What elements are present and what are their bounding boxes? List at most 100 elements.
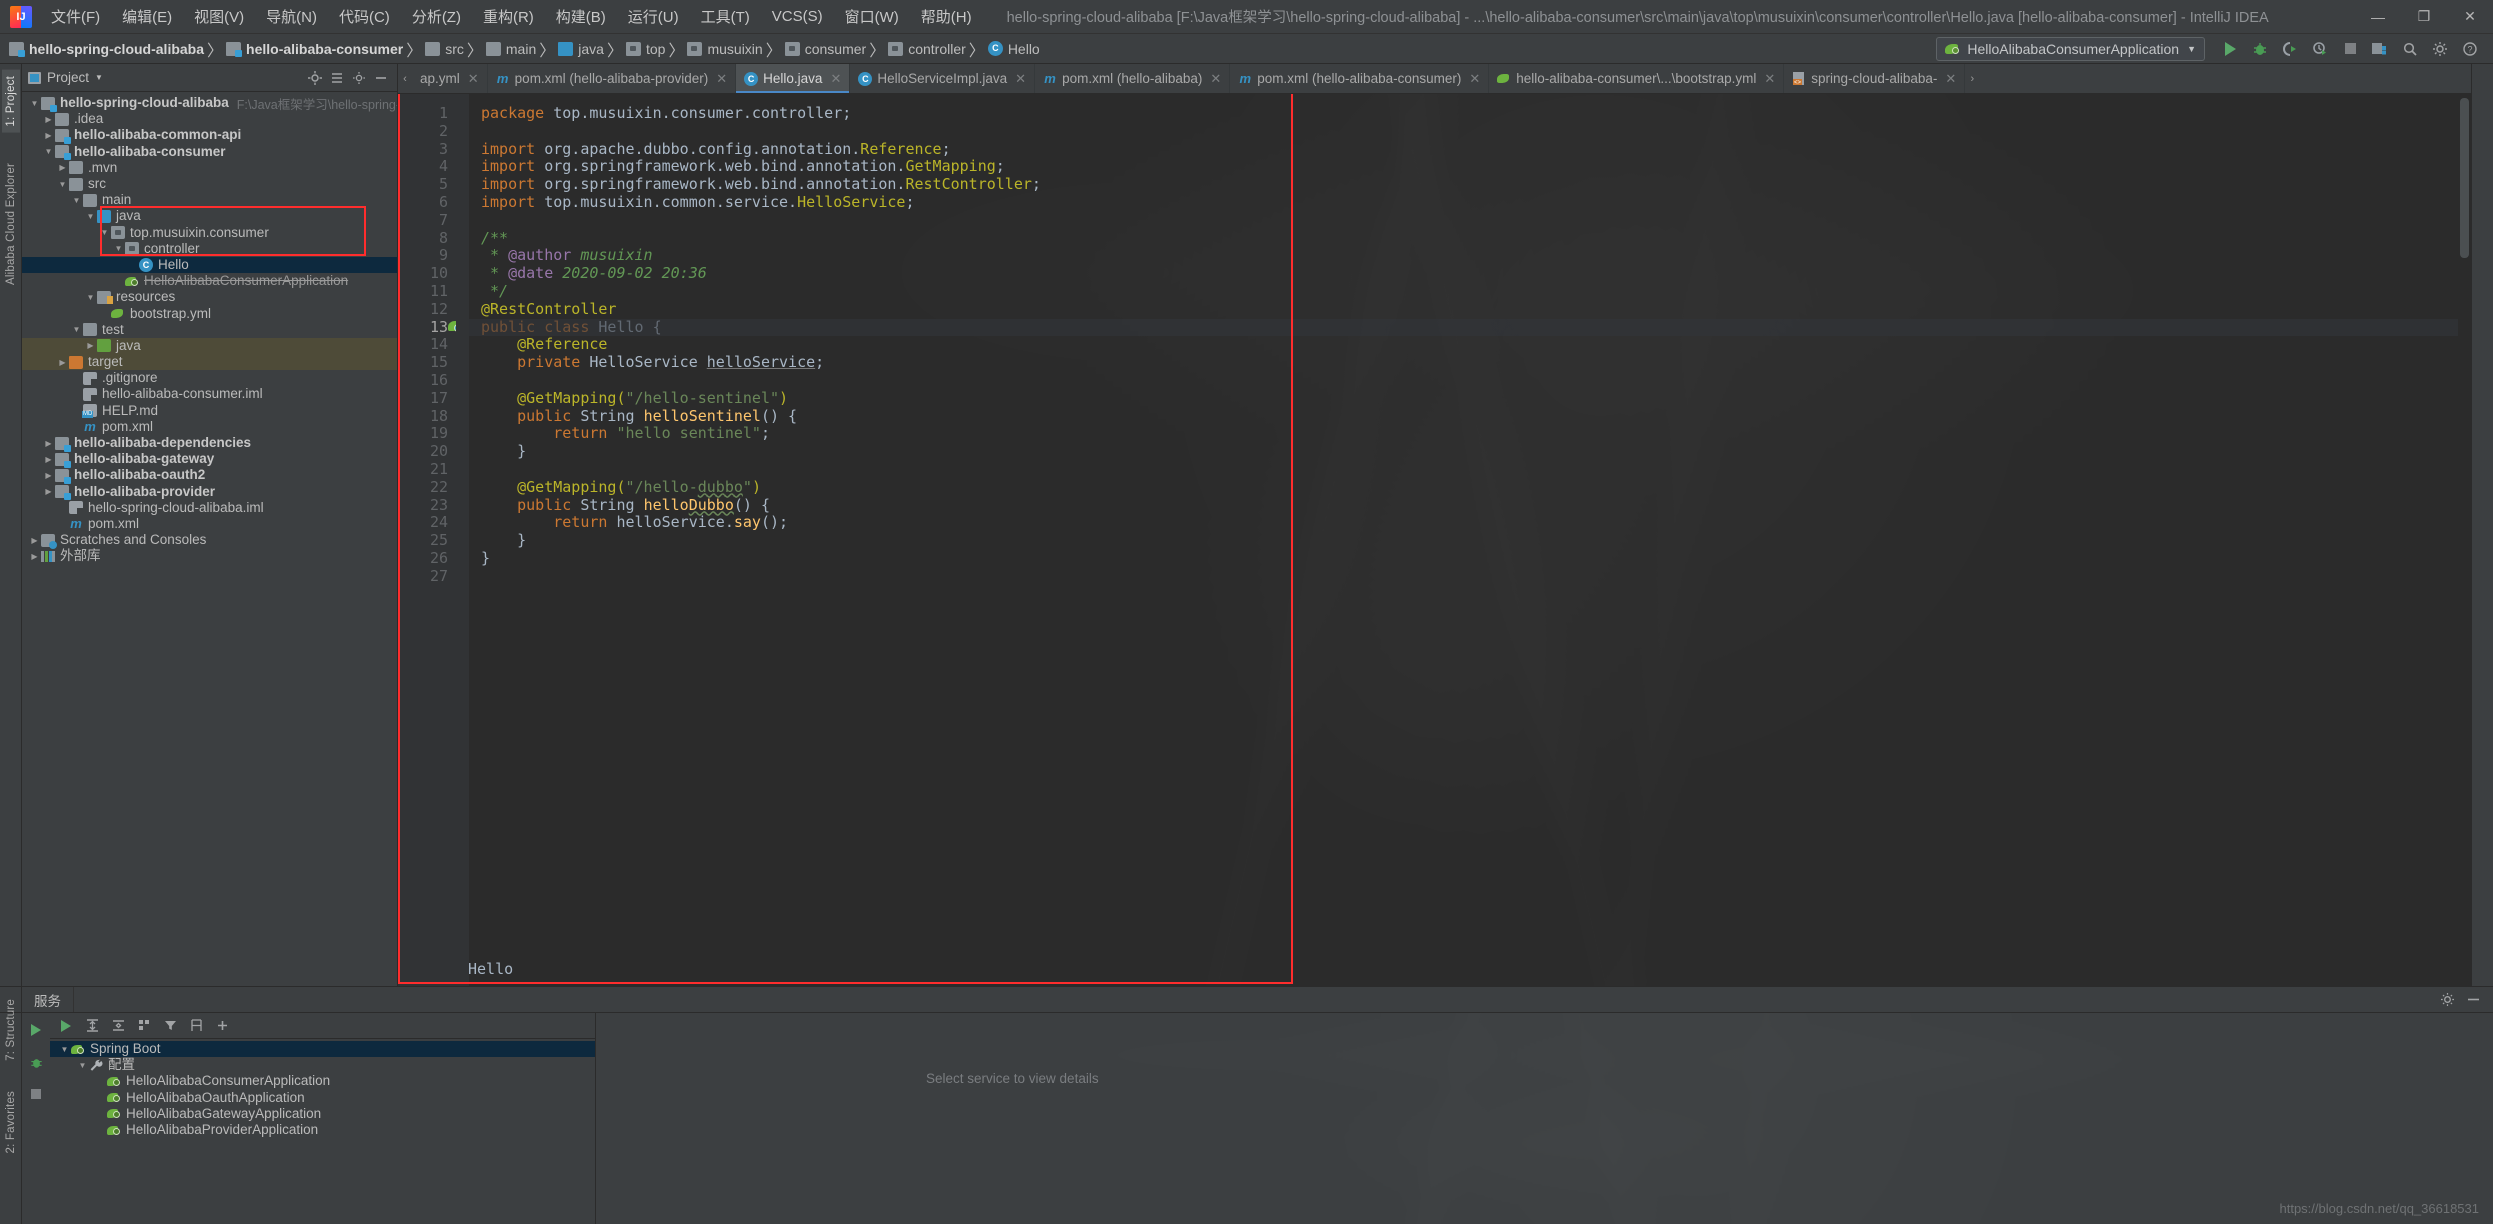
tree-row--mvn[interactable]: ▶ .mvn [22,160,397,176]
menu-item-9[interactable]: 工具(T) [690,0,761,33]
editor-gutter[interactable]: 1 2 3 4 5 6 7 8 9 10 11 12 13 14 15 16 17 18 19 20 21 22 23 24 2… [398,94,456,986]
menu-item-8[interactable]: 运行(U) [617,0,690,33]
collapse-all-icon[interactable] [106,1015,130,1037]
close-icon[interactable]: ✕ [1945,71,1956,87]
breadcrumb-item-src[interactable]: src [422,37,467,61]
menu-item-1[interactable]: 编辑(E) [111,0,183,33]
tree-row-top-musuixin-consumer[interactable]: ▼ top.musuixin.consumer [22,225,397,241]
chevron-right-icon[interactable]: ▶ [42,439,55,448]
debug-icon[interactable] [24,1051,48,1073]
run-with-coverage-button[interactable] [2276,36,2304,62]
tree-row--idea[interactable]: ▶ .idea [22,111,397,127]
tree-row-hello[interactable]: C Hello [22,256,397,274]
menu-item-6[interactable]: 重构(R) [472,0,545,33]
service-row-helloalibabagatewayapplication[interactable]: HelloAlibabaGatewayApplication [50,1106,595,1122]
chevron-down-icon[interactable]: ▼ [84,293,97,302]
chevron-right-icon[interactable]: ▶ [84,341,97,350]
chevron-right-icon[interactable]: ▶ [56,358,69,367]
tree-row-target[interactable]: ▶ target [22,354,397,371]
editor-tab-pom-xml-hello-alibaba-consumer-[interactable]: m pom.xml (hello-alibaba-consumer) ✕ [1230,64,1490,93]
services-toolbar[interactable] [50,1013,595,1039]
chevron-right-icon[interactable]: ▶ [28,552,41,561]
project-view-selector[interactable]: Project ▼ [28,70,103,85]
add-icon[interactable] [210,1015,234,1037]
tree-row-resources[interactable]: ▼ resources [22,289,397,305]
menu-item-2[interactable]: 视图(V) [183,0,255,33]
tree-row-test[interactable]: ▼ test [22,322,397,338]
editor-tab-spring-cloud-alibaba-[interactable]: <> spring-cloud-alibaba- ✕ [1784,64,1966,93]
gear-icon[interactable] [2426,36,2454,62]
editor-scrollbar[interactable] [2458,94,2471,986]
service-row-spring-boot[interactable]: ▼ Spring Boot [50,1041,595,1058]
tree-row-hello-alibaba-consumer-iml[interactable]: hello-alibaba-consumer.iml [22,386,397,402]
tree-row-help-md[interactable]: HELP.md [22,403,397,419]
filter-icon[interactable] [158,1015,182,1037]
chevron-right-icon[interactable]: ▶ [56,163,69,172]
sidebar-item-structure[interactable]: 7: Structure [2,993,20,1067]
minimize-button[interactable]: — [2355,0,2401,34]
close-icon[interactable]: ✕ [1015,71,1026,87]
tree-row-hello-spring-cloud-alibaba-iml[interactable]: hello-spring-cloud-alibaba.iml [22,500,397,516]
sidebar-item-alibaba-cloud-explorer[interactable]: Alibaba Cloud Explorer [2,157,20,291]
tree-row-hello-alibaba-provider[interactable]: ▶ hello-alibaba-provider [22,484,397,501]
services-tree[interactable]: ▼ Spring Boot ▼ 配置 HelloAlibabaConsumerAppli… [50,1039,595,1224]
tree-row-bootstrap-yml[interactable]: bootstrap.yml [22,305,397,321]
breadcrumb-item-controller[interactable]: controller [885,37,969,61]
chevron-right-icon[interactable]: ▶ [28,536,41,545]
service-row-helloalibabaconsumerapplication[interactable]: HelloAlibabaConsumerApplication [50,1073,595,1089]
stop-button[interactable] [2336,36,2364,62]
editor-tab-bar[interactable]: ‹ ap.yml ✕ m pom.xml (hello-alibaba-provide… [398,64,2471,94]
editor-tab-pom-xml-hello-alibaba-provider-[interactable]: m pom.xml (hello-alibaba-provider) ✕ [488,64,737,93]
run-configuration-selector[interactable]: HelloAlibabaConsumerApplication ▼ [1936,36,2205,61]
tab-services[interactable]: 服务 [22,987,74,1012]
chevron-down-icon[interactable]: ▼ [42,147,55,156]
chevron-down-icon[interactable]: ▼ [84,212,97,221]
group-icon[interactable] [132,1015,156,1037]
close-icon[interactable]: ✕ [1210,71,1221,87]
help-icon[interactable]: ? [2456,36,2484,62]
menu-item-11[interactable]: 窗口(W) [834,0,910,33]
menu-item-7[interactable]: 构建(B) [545,0,617,33]
breadcrumb-item-main[interactable]: main [483,37,539,61]
hide-panel-icon[interactable] [371,68,391,88]
editor-tab-helloserviceimpl-java[interactable]: C HelloServiceImpl.java ✕ [850,64,1036,93]
chevron-down-icon[interactable]: ▼ [28,99,41,108]
chevron-right-icon[interactable]: ▶ [42,487,55,496]
editor-tab-ap-yml[interactable]: ap.yml ✕ [412,64,488,93]
menu-item-12[interactable]: 帮助(H) [910,0,983,33]
chevron-right-icon[interactable]: ▶ [42,455,55,464]
maximize-button[interactable]: ❐ [2401,0,2447,34]
tabs-scroll-right-icon[interactable]: › [1965,64,1979,93]
sidebar-item-favorites[interactable]: 2: Favorites [2,1085,20,1159]
tree-row-java[interactable]: ▼ java [22,208,397,224]
show-configurations-icon[interactable] [184,1015,208,1037]
window-controls[interactable]: — ❐ ✕ [2355,0,2493,33]
expand-all-icon[interactable] [327,68,347,88]
service-row-helloalibabaproviderapplication[interactable]: HelloAlibabaProviderApplication [50,1122,595,1138]
tabs-scroll-left-icon[interactable]: ‹ [398,64,412,93]
chevron-down-icon[interactable]: ▼ [112,244,125,253]
close-button[interactable]: ✕ [2447,0,2493,34]
menu-item-3[interactable]: 导航(N) [255,0,328,33]
chevron-down-icon[interactable]: ▼ [76,1061,89,1070]
breadcrumb-item-hello-spring-cloud-alibaba[interactable]: hello-spring-cloud-alibaba [6,37,207,61]
breadcrumb-item-hello-alibaba-consumer[interactable]: hello-alibaba-consumer [223,37,406,61]
close-icon[interactable]: ✕ [716,71,727,87]
tree-row-hello-alibaba-dependencies[interactable]: ▶ hello-alibaba-dependencies [22,435,397,452]
expand-all-icon[interactable] [80,1015,104,1037]
debug-button[interactable] [2246,36,2274,62]
hide-panel-icon[interactable] [2463,990,2483,1010]
chevron-right-icon[interactable]: ▶ [42,471,55,480]
chevron-down-icon[interactable]: ▼ [58,1045,71,1054]
tree-row-pom-xml[interactable]: m pom.xml [22,419,397,435]
tree-row--[interactable]: ▶ 外部库 [22,548,397,564]
breadcrumb[interactable]: hello-spring-cloud-alibaba 〉 hello-alibaba… [6,34,1043,63]
breadcrumb-item-musuixin[interactable]: musuixin [684,37,765,61]
breadcrumb-item-consumer[interactable]: consumer [782,37,869,61]
menu-item-5[interactable]: 分析(Z) [401,0,472,33]
tree-row-hello-alibaba-gateway[interactable]: ▶ hello-alibaba-gateway [22,451,397,468]
menu-item-10[interactable]: VCS(S) [761,0,834,33]
tree-row-main[interactable]: ▼ main [22,192,397,208]
profiler-button[interactable] [2306,36,2334,62]
editor-tab-pom-xml-hello-alibaba-[interactable]: m pom.xml (hello-alibaba) ✕ [1035,64,1231,93]
